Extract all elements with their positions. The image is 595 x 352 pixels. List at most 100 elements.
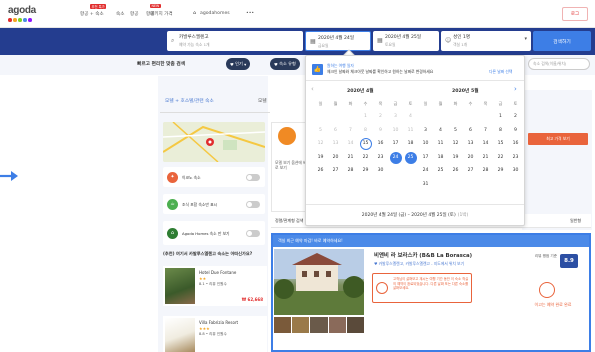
listing-photo[interactable] xyxy=(274,249,364,315)
calendar-day[interactable]: 15 xyxy=(359,138,372,150)
toggle-economy[interactable]: ✦ 이코노 숙소 xyxy=(163,167,265,187)
login-button[interactable]: 로그 xyxy=(562,7,588,21)
calendar-day[interactable]: 16 xyxy=(508,138,523,150)
calendar-day[interactable]: 18 xyxy=(403,138,418,150)
calendar-day[interactable]: 12 xyxy=(448,138,463,150)
tab-motel[interactable]: 모텔 xyxy=(258,98,267,104)
calendar-day[interactable]: 11 xyxy=(403,125,418,137)
calendar-day[interactable]: 15 xyxy=(493,138,508,150)
property-search-input[interactable]: 숙소 검색(이름/위치) xyxy=(528,58,590,70)
filter-pill-popular[interactable]: ♥ 인기 ▾ xyxy=(226,58,251,70)
map-thumbnail[interactable] xyxy=(163,122,265,162)
calendar-day[interactable]: 1 xyxy=(493,111,508,123)
calendar-day[interactable]: 3 xyxy=(388,111,403,123)
nav-item-flight-hotel[interactable]: 항공 + 숙소 xyxy=(80,11,104,17)
calendar-day[interactable]: 17 xyxy=(388,138,403,150)
next-month-icon[interactable]: › xyxy=(514,85,517,93)
calendar-day[interactable]: 8 xyxy=(493,125,508,137)
calendar-day[interactable]: 14 xyxy=(478,138,493,150)
guests-field[interactable]: ☺ 성인 1명 객실 1개 ▾ xyxy=(441,31,531,51)
nav-item-flights[interactable]: 항공 xyxy=(130,11,138,17)
calendar-day[interactable]: 4 xyxy=(403,111,418,123)
calendar-day[interactable]: 22 xyxy=(358,152,373,164)
calendar-day[interactable]: 24 xyxy=(389,151,402,164)
recommended-hotel-card[interactable]: Hotel Due Fontane ★★ 8.1 • 리뷰 인원수 ₩ 62,6… xyxy=(163,266,267,306)
calendar-day[interactable]: 23 xyxy=(508,152,523,164)
calendar-day[interactable]: 6 xyxy=(463,125,478,137)
calendar-header-link[interactable]: 다른 날짜 선택 xyxy=(489,69,512,75)
listing-name[interactable]: 비앤비 라 보라스카 (B&B La Borasca) xyxy=(374,251,472,259)
calendar-day[interactable]: 28 xyxy=(343,165,358,177)
calendar-day[interactable]: 31 xyxy=(418,179,433,191)
calendar-day[interactable]: 18 xyxy=(433,152,448,164)
calendar-day[interactable]: 24 xyxy=(418,165,433,177)
calendar-day[interactable]: 23 xyxy=(373,152,388,164)
toggle-agoda-homes[interactable]: ⌂ Agoda Homes 숙소 만 보기 xyxy=(163,221,265,245)
calendar-day[interactable]: 26 xyxy=(313,165,328,177)
prev-month-icon[interactable]: ‹ xyxy=(311,85,314,93)
calendar-day[interactable]: 9 xyxy=(508,125,523,137)
calendar-day[interactable]: 27 xyxy=(463,165,478,177)
recommended-hotel-card[interactable]: Villa Fabrizia Resort ★★★ 8.8 • 리뷰 인원수 xyxy=(163,316,267,352)
calendar-day[interactable]: 26 xyxy=(448,165,463,177)
calendar-day[interactable]: 13 xyxy=(463,138,478,150)
thumbnail[interactable] xyxy=(346,317,365,333)
calendar-day[interactable]: 25 xyxy=(404,151,417,164)
agoda-logo[interactable]: agoda xyxy=(8,5,36,16)
filter-pill-type[interactable]: ♥ 숙소 유형 xyxy=(270,58,300,70)
sort-right-label[interactable]: 일반형 xyxy=(570,218,581,224)
calendar-day[interactable]: 2 xyxy=(373,111,388,123)
calendar-day[interactable]: 16 xyxy=(373,138,388,150)
calendar-day[interactable]: 30 xyxy=(373,165,388,177)
calendar-day[interactable]: 12 xyxy=(313,138,328,150)
calendar-day[interactable]: 10 xyxy=(418,138,433,150)
calendar-day[interactable]: 1 xyxy=(358,111,373,123)
sort-left-label[interactable]: 정렬/관계형 검색 xyxy=(275,218,303,224)
listing-location[interactable]: ♥ 카발루스엘렌고, 카발루스엘렌고 - 지도에서 위치 보기 xyxy=(374,261,464,267)
thumbnail[interactable] xyxy=(274,317,292,333)
checkin-field[interactable]: ▦ 2020년 4월 24일 금요일 xyxy=(305,31,371,51)
calendar-day[interactable]: 27 xyxy=(328,165,343,177)
thumbnail[interactable] xyxy=(310,317,328,333)
nav-item-hotels[interactable]: 숙소 xyxy=(116,11,124,17)
calendar-day[interactable]: 28 xyxy=(478,165,493,177)
calendar-day[interactable]: 29 xyxy=(358,165,373,177)
calendar-day[interactable]: 10 xyxy=(388,125,403,137)
toggle-breakfast[interactable]: ☕ 조식 포함 숙소만 표시 xyxy=(163,194,265,214)
calendar-day[interactable]: 19 xyxy=(448,152,463,164)
calendar-day[interactable]: 2 xyxy=(508,111,523,123)
calendar-day[interactable]: 21 xyxy=(478,152,493,164)
calendar-day[interactable]: 30 xyxy=(508,165,523,177)
calendar-day[interactable]: 21 xyxy=(343,152,358,164)
economy-switch[interactable] xyxy=(246,173,260,181)
calendar-day[interactable]: 29 xyxy=(493,165,508,177)
homes-switch[interactable] xyxy=(246,229,260,237)
calendar-day[interactable]: 14 xyxy=(343,138,358,150)
calendar-day[interactable]: 5 xyxy=(313,125,328,137)
calendar-day[interactable]: 6 xyxy=(328,125,343,137)
checkout-field[interactable]: ▦ 2020년 4월 25일 토요일 xyxy=(373,31,439,51)
calendar-day[interactable]: 9 xyxy=(373,125,388,137)
thumbnail[interactable] xyxy=(328,317,346,333)
calendar-day[interactable]: 22 xyxy=(493,152,508,164)
calendar-day[interactable]: 7 xyxy=(478,125,493,137)
calendar-day[interactable]: 19 xyxy=(313,152,328,164)
calendar-day[interactable]: 17 xyxy=(418,152,433,164)
calendar-day[interactable]: 5 xyxy=(448,125,463,137)
calendar-day[interactable]: 13 xyxy=(328,138,343,150)
nav-item-packages[interactable]: 패키지 가격 xyxy=(150,11,173,17)
nav-more-icon[interactable]: ••• xyxy=(246,11,254,16)
tab-motel-hostel[interactable]: 모텔 + 호스텔/관련 숙소 xyxy=(165,98,214,104)
calendar-day[interactable]: 8 xyxy=(358,125,373,137)
destination-field[interactable]: ⌕ 카발루스엘렌고 예약 가능 숙소 1개 xyxy=(167,31,303,51)
best-price-button[interactable]: 최고 가격 보기 xyxy=(528,133,588,145)
breakfast-switch[interactable] xyxy=(246,200,260,208)
calendar-day[interactable]: 20 xyxy=(328,152,343,164)
calendar-day[interactable]: 25 xyxy=(433,165,448,177)
calendar-day[interactable]: 7 xyxy=(343,125,358,137)
calendar-day[interactable]: 3 xyxy=(418,125,433,137)
calendar-day[interactable]: 4 xyxy=(433,125,448,137)
thumbnail[interactable] xyxy=(292,317,310,333)
calendar-day[interactable]: 11 xyxy=(433,138,448,150)
search-button[interactable]: 검색하기 xyxy=(533,31,591,51)
